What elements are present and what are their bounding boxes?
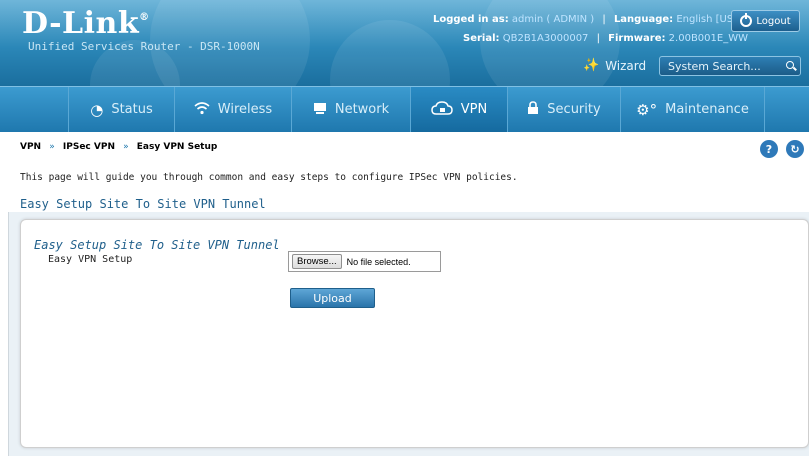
refresh-icon[interactable]: ↻ (786, 140, 804, 158)
firmware-value: 2.00B001E_WW (668, 33, 748, 44)
language-link[interactable]: English [US] (676, 14, 737, 25)
lock-icon (527, 100, 539, 119)
file-status: No file selected. (346, 256, 411, 267)
nav-maintenance[interactable]: ⚙° Maintenance (620, 87, 765, 132)
page-description: This page will guide you through common … (20, 172, 518, 183)
nav-security[interactable]: Security (507, 87, 620, 132)
cloud-lock-icon (431, 100, 453, 119)
logged-in-user: admin ( ADMIN ) (511, 14, 595, 25)
breadcrumb-vpn[interactable]: VPN (20, 142, 41, 152)
logout-button[interactable]: Logout (731, 10, 800, 32)
breadcrumb-easy-vpn-setup: Easy VPN Setup (136, 142, 218, 152)
main-nav: ◔ Status Wireless Network VPN Security ⚙… (0, 86, 809, 132)
wizard-link[interactable]: ✨ Wizard (583, 58, 646, 73)
breadcrumb: VPN » IPSec VPN » Easy VPN Setup (20, 142, 218, 152)
product-subtitle: Unified Services Router - DSR-1000N (28, 40, 260, 53)
serial-value: QB2B1A3000007 (502, 33, 589, 44)
power-icon (740, 13, 753, 27)
network-icon (313, 101, 327, 119)
header-banner: D-Link® Unified Services Router - DSR-10… (0, 0, 809, 86)
dashboard-icon: ◔ (90, 100, 104, 119)
nav-vpn[interactable]: VPN (410, 87, 507, 132)
easy-vpn-setup-label: Easy VPN Setup (48, 254, 133, 265)
nav-wireless[interactable]: Wireless (174, 87, 291, 132)
breadcrumb-ipsec-vpn[interactable]: IPSec VPN (63, 142, 115, 152)
section-title: Easy Setup Site To Site VPN Tunnel (34, 238, 280, 252)
easy-vpn-file-input[interactable]: Browse... No file selected. (288, 251, 441, 272)
system-search-input[interactable]: System Search... (659, 56, 801, 76)
upload-button[interactable]: Upload (290, 288, 375, 308)
wifi-icon (194, 101, 210, 119)
page-title: Easy Setup Site To Site VPN Tunnel (20, 197, 266, 211)
login-info: Logged in as: admin ( ADMIN ) | Language… (433, 14, 738, 25)
help-icon[interactable]: ? (760, 140, 778, 158)
nav-status[interactable]: ◔ Status (68, 87, 174, 132)
dlink-logo: D-Link® (22, 6, 150, 41)
gears-icon: ⚙° (636, 100, 658, 119)
browse-button[interactable]: Browse... (292, 254, 342, 269)
nav-network[interactable]: Network (291, 87, 410, 132)
wand-icon: ✨ (583, 58, 600, 73)
search-icon[interactable] (786, 61, 794, 69)
device-info: Serial: QB2B1A3000007 | Firmware: 2.00B0… (463, 33, 748, 44)
left-divider (8, 212, 9, 456)
